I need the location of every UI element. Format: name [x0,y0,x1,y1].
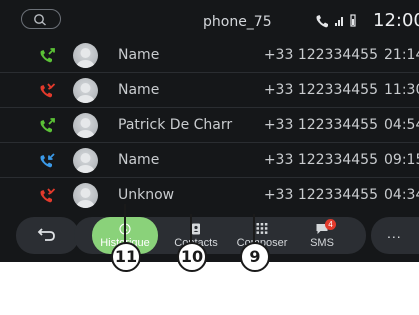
connected-phone-name: phone_75 [203,14,272,30]
call-history-row[interactable]: Name +33 122334455 09:15 [0,143,419,178]
call-time: 04:54 [384,117,419,133]
search-button[interactable] [21,9,61,29]
battery-icon [350,14,356,27]
signal-icon [335,17,343,26]
call-history-row[interactable]: Patrick De Charr +33 122334455 04:54 [0,108,419,143]
phone-number: +33 122334455 [263,152,378,168]
contact-avatar [73,113,98,138]
status-bar: phone_75 12:00 [0,0,419,38]
incoming-call-icon [40,153,55,168]
call-history-row[interactable]: Unknow +33 122334455 04:34 [0,178,419,213]
status-icons [316,14,356,28]
callout-leader-line [253,214,255,244]
tab-sms[interactable]: 4 SMS [302,217,342,254]
outgoing-call-icon [40,48,55,63]
call-time: 09:15 [384,152,419,168]
call-history-row[interactable]: Name +33 122334455 11:30 [0,73,419,108]
phone-number: +33 122334455 [263,187,378,203]
contact-name: Name [118,47,160,63]
callout-marker: 10 [177,242,207,272]
callout-leader-line [124,204,126,244]
bottom-navigation: Historique Contacts Compos [16,217,419,257]
back-arrow-icon [37,228,55,241]
back-button[interactable] [16,217,79,254]
phone-number: +33 122334455 [263,117,378,133]
contact-avatar [73,183,98,208]
contact-name: Name [118,82,160,98]
call-time: 04:34 [384,187,419,203]
contact-name: Unknow [118,187,175,203]
contact-name: Patrick De Charr [118,117,233,133]
tab-label: SMS [310,237,334,249]
phone-number: +33 122334455 [263,47,378,63]
contact-avatar [73,78,98,103]
callout-annotations: 11 10 9 [0,204,419,315]
call-time: 11:30 [384,82,419,98]
outgoing-call-icon [40,118,55,133]
more-options-button[interactable]: ... [371,217,419,254]
phone-icon [316,15,328,28]
callout-marker: 11 [111,242,141,272]
phone-screen: phone_75 12:00 Na [0,0,419,262]
contact-avatar [73,148,98,173]
contact-avatar [73,43,98,68]
missed-call-icon [40,83,56,98]
call-history-row[interactable]: Name +33 122334455 21:14 [0,38,419,73]
dialpad-icon [256,223,268,234]
call-time: 21:14 [384,47,419,63]
contact-name: Name [118,152,160,168]
missed-call-icon [40,188,56,203]
contacts-book-icon [192,223,200,235]
callout-leader-line [190,214,192,244]
clock: 12:00 [373,10,419,31]
search-icon [34,14,46,26]
phone-number: +33 122334455 [263,82,378,98]
sms-unread-badge: 4 [325,219,336,230]
callout-marker: 9 [240,242,270,272]
more-options-label: ... [387,225,402,241]
